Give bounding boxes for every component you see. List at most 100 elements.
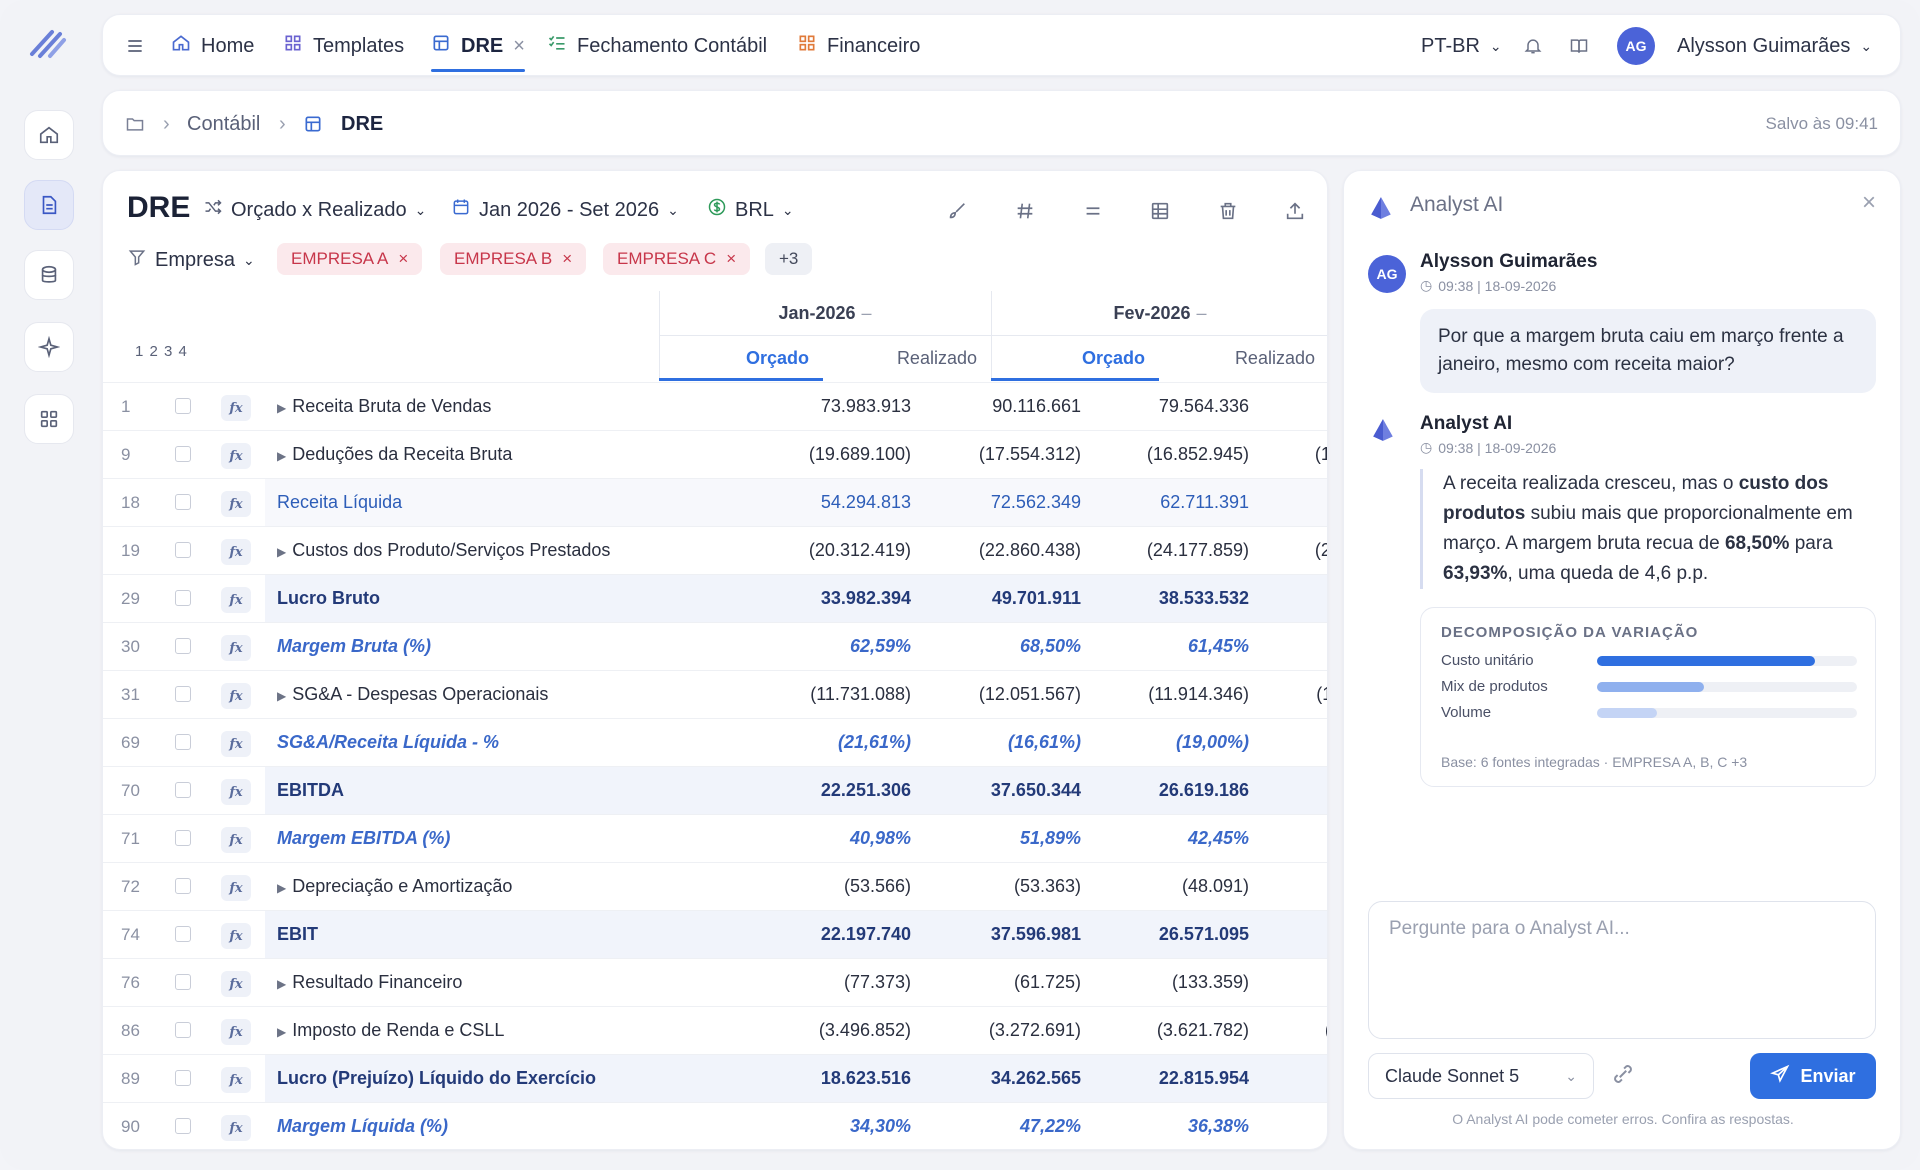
close-icon[interactable]: × bbox=[1862, 189, 1876, 217]
row-label[interactable]: Lucro (Prejuízo) Líquido do Exercício bbox=[265, 1055, 665, 1102]
grid-icon[interactable] bbox=[24, 394, 74, 444]
filter-chip[interactable]: EMPRESA B × bbox=[440, 243, 587, 275]
bell-icon[interactable] bbox=[1523, 15, 1543, 77]
menu-icon[interactable] bbox=[125, 15, 145, 77]
row-checkbox[interactable] bbox=[175, 830, 191, 846]
filter-chip[interactable]: EMPRESA A × bbox=[277, 243, 423, 275]
value-cell[interactable]: (15,00%) bbox=[1261, 719, 1327, 766]
value-cell[interactable]: (24.177.859) bbox=[1093, 527, 1261, 574]
table-row[interactable]: 72 fx ▶ Depreciação e Amortização (53.566) (5… bbox=[103, 862, 1327, 910]
value-cell[interactable]: (61.725) bbox=[923, 959, 1093, 1006]
value-cell[interactable]: (11.731.088) bbox=[665, 671, 923, 718]
value-cell[interactable]: (11.901.107) bbox=[1261, 671, 1327, 718]
value-cell[interactable]: 38.533.532 bbox=[1093, 575, 1261, 622]
value-cell[interactable]: (3.496.852) bbox=[665, 1007, 923, 1054]
document-icon[interactable] bbox=[24, 180, 74, 230]
row-checkbox[interactable] bbox=[175, 926, 191, 942]
close-icon[interactable]: × bbox=[562, 249, 572, 269]
formula-icon[interactable]: fx bbox=[221, 827, 251, 853]
row-label[interactable]: Margem Líquida (%) bbox=[265, 1103, 665, 1149]
value-cell[interactable]: 37.596.981 bbox=[923, 911, 1093, 958]
row-checkbox[interactable] bbox=[175, 686, 191, 702]
value-cell[interactable]: (48.091) bbox=[1093, 863, 1261, 910]
value-cell[interactable]: (123.734) bbox=[1261, 959, 1327, 1006]
value-cell[interactable]: 62,59% bbox=[665, 623, 923, 670]
row-label[interactable]: EBITDA bbox=[265, 767, 665, 814]
value-cell[interactable]: 79.564.336 bbox=[1093, 383, 1261, 430]
folder-icon[interactable] bbox=[125, 91, 145, 157]
currency-select[interactable]: BRL ⌄ bbox=[707, 197, 794, 223]
row-label[interactable]: ▶ Custos dos Produto/Serviços Prestados bbox=[265, 527, 665, 574]
formula-icon[interactable]: fx bbox=[221, 779, 251, 805]
month-header[interactable]: Fev-2026– bbox=[991, 291, 1327, 335]
formula-icon[interactable]: fx bbox=[221, 1067, 251, 1093]
table-row[interactable]: 90 fx Margem Líquida (%) 34,30% 47,22% 36,38%… bbox=[103, 1102, 1327, 1149]
sparkle-icon[interactable] bbox=[24, 322, 74, 372]
tab-fechamento-contabil[interactable]: Fechamento Contábil bbox=[547, 15, 767, 77]
value-cell[interactable]: 62.711.391 bbox=[1093, 479, 1261, 526]
formula-icon[interactable]: fx bbox=[221, 1019, 251, 1045]
value-cell[interactable]: 57.408.319 bbox=[1261, 575, 1327, 622]
tab-financeiro[interactable]: Financeiro bbox=[797, 15, 920, 77]
app-logo-icon[interactable] bbox=[28, 26, 68, 62]
column-header-realizado[interactable]: Realizado bbox=[823, 335, 991, 381]
value-cell[interactable]: 45.507.212 bbox=[1261, 767, 1327, 814]
value-cell[interactable]: (17.554.312) bbox=[923, 431, 1093, 478]
formula-icon[interactable]: fx bbox=[221, 923, 251, 949]
row-checkbox[interactable] bbox=[175, 734, 191, 750]
value-cell[interactable]: (12.051.567) bbox=[923, 671, 1093, 718]
expand-caret-icon[interactable]: ▶ bbox=[277, 881, 286, 895]
close-icon[interactable]: × bbox=[398, 249, 408, 269]
formula-icon[interactable]: fx bbox=[221, 875, 251, 901]
row-label[interactable]: ▶ Deduções da Receita Bruta bbox=[265, 431, 665, 478]
row-label[interactable]: Receita Líquida bbox=[265, 479, 665, 526]
row-label[interactable]: ▶ Receita Bruta de Vendas bbox=[265, 383, 665, 430]
row-checkbox[interactable] bbox=[175, 1070, 191, 1086]
formula-icon[interactable]: fx bbox=[221, 971, 251, 997]
value-cell[interactable]: 68,50% bbox=[923, 623, 1093, 670]
value-cell[interactable]: 22.197.740 bbox=[665, 911, 923, 958]
expand-caret-icon[interactable]: ▶ bbox=[277, 449, 286, 463]
close-icon[interactable]: × bbox=[513, 35, 525, 58]
value-cell[interactable]: (53.566) bbox=[665, 863, 923, 910]
value-cell[interactable]: (21,61%) bbox=[665, 719, 923, 766]
formula-icon[interactable]: fx bbox=[221, 395, 251, 421]
row-label[interactable]: ▶ Imposto de Renda e CSLL bbox=[265, 1007, 665, 1054]
value-cell[interactable]: 51,53% bbox=[1261, 1103, 1327, 1149]
table-row[interactable]: 74 fx EBIT 22.197.74037.596.98126.571.09545… bbox=[103, 910, 1327, 958]
trash-icon[interactable] bbox=[1214, 197, 1242, 225]
value-cell[interactable]: 36,38% bbox=[1093, 1103, 1261, 1149]
value-cell[interactable]: (19.689.100) bbox=[665, 431, 923, 478]
row-label[interactable]: ▶ SG&A - Despesas Operacionais bbox=[265, 671, 665, 718]
row-checkbox[interactable] bbox=[175, 782, 191, 798]
value-cell[interactable]: 34.262.565 bbox=[923, 1055, 1093, 1102]
value-cell[interactable]: (3.621.782) bbox=[1093, 1007, 1261, 1054]
close-icon[interactable]: × bbox=[726, 249, 736, 269]
value-cell[interactable]: 79.330.651 bbox=[1261, 479, 1327, 526]
table-icon[interactable] bbox=[1146, 197, 1174, 225]
row-checkbox[interactable] bbox=[175, 638, 191, 654]
value-cell[interactable]: 61,45% bbox=[1093, 623, 1261, 670]
row-label[interactable]: ▶ Resultado Financeiro bbox=[265, 959, 665, 1006]
value-cell[interactable]: 72,37% bbox=[1261, 623, 1327, 670]
value-cell[interactable]: (3.272.691) bbox=[923, 1007, 1093, 1054]
value-cell[interactable]: 54.294.813 bbox=[665, 479, 923, 526]
row-label[interactable]: EBIT bbox=[265, 911, 665, 958]
value-cell[interactable]: (20.312.419) bbox=[665, 527, 923, 574]
table-row[interactable]: 1 fx ▶ Receita Bruta de Vendas 73.983.913 90.… bbox=[103, 382, 1327, 430]
attach-icon[interactable] bbox=[1610, 1061, 1636, 1092]
table-row[interactable]: 69 fx SG&A/Receita Líquida - % (21,61%) (16,… bbox=[103, 718, 1327, 766]
value-cell[interactable]: 33.982.394 bbox=[665, 575, 923, 622]
model-select[interactable]: Claude Sonnet 5 ⌄ bbox=[1368, 1053, 1594, 1099]
comparison-select[interactable]: Orçado x Realizado ⌄ bbox=[203, 197, 426, 223]
value-cell[interactable]: 26.619.186 bbox=[1093, 767, 1261, 814]
value-cell[interactable]: 22.251.306 bbox=[665, 767, 923, 814]
tab-dre[interactable]: DRE × bbox=[431, 15, 525, 77]
row-label[interactable]: Lucro Bruto bbox=[265, 575, 665, 622]
table-row[interactable]: 18 fx Receita Líquida 54.294.813 72.562.349 6… bbox=[103, 478, 1327, 526]
expand-caret-icon[interactable]: ▶ bbox=[277, 545, 286, 559]
value-cell[interactable]: 47,22% bbox=[923, 1103, 1093, 1149]
expand-caret-icon[interactable]: ▶ bbox=[277, 401, 286, 415]
value-cell[interactable]: (53.363) bbox=[923, 863, 1093, 910]
row-checkbox[interactable] bbox=[175, 1118, 191, 1134]
